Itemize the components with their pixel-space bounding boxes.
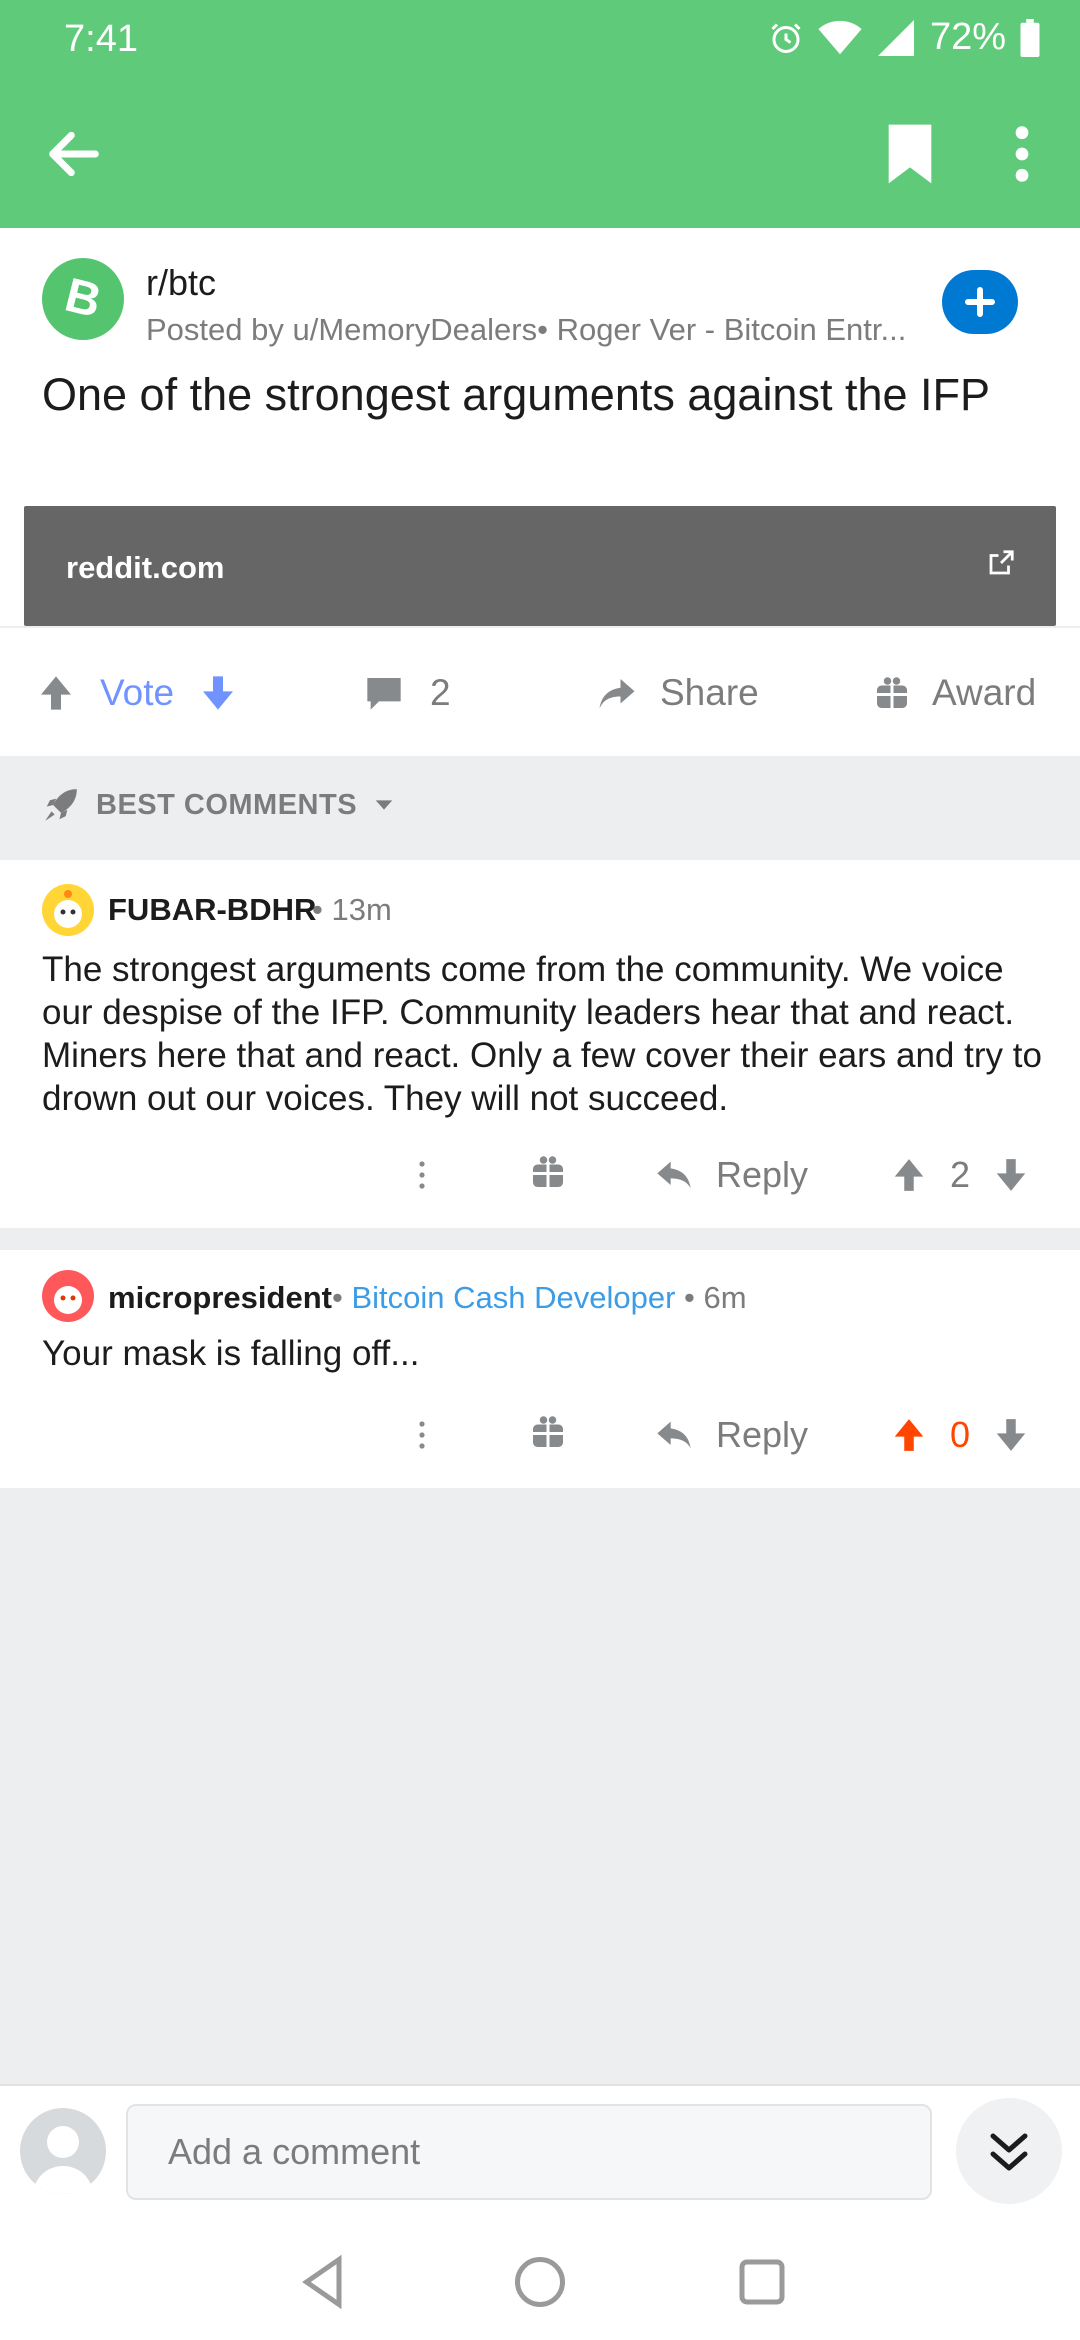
signal-icon: [877, 19, 914, 56]
user-flair: Bitcoin Cash Developer: [351, 1280, 676, 1315]
comment-sort-bar[interactable]: BEST COMMENTS: [0, 756, 1080, 860]
bookmark-icon[interactable]: [882, 122, 938, 186]
reply-button[interactable]: Reply: [654, 1140, 808, 1210]
upvote-icon[interactable]: [890, 1416, 928, 1454]
reply-icon: [657, 1421, 691, 1449]
avatar[interactable]: [42, 1270, 94, 1322]
avatar[interactable]: [42, 884, 94, 936]
gift-icon: [877, 677, 907, 708]
more-vert-icon[interactable]: [410, 1400, 434, 1470]
post-card: B r/btc Posted by u/MemoryDealers• Roger…: [0, 228, 1080, 756]
comment-actions: Reply 2: [0, 1140, 1080, 1210]
back-arrow-icon[interactable]: [42, 122, 106, 186]
comment-age-value: 13m: [331, 892, 392, 927]
share-label: Share: [660, 672, 759, 713]
posted-by[interactable]: Posted by u/MemoryDealers• Roger Ver - B…: [146, 312, 936, 348]
comment-author[interactable]: FUBAR-BDHR: [108, 892, 316, 928]
vote-group: Vote: [36, 628, 238, 758]
sort-label: BEST COMMENTS: [96, 788, 358, 821]
subreddit-bitcoin-icon[interactable]: B: [42, 258, 124, 340]
share-button[interactable]: Share: [596, 628, 759, 758]
nav-home-icon[interactable]: [510, 2252, 570, 2312]
comment-meta: • Bitcoin Cash Developer • 6m: [332, 1280, 747, 1315]
comment-score: 0: [950, 1414, 971, 1455]
alarm-icon: [771, 22, 801, 53]
system-nav-bar: [0, 2224, 1080, 2340]
comments-button[interactable]: 2: [364, 628, 451, 758]
more-vert-icon[interactable]: [410, 1140, 434, 1210]
award-label: Award: [932, 672, 1037, 713]
gift-icon[interactable]: [530, 1140, 566, 1210]
comment-age: • 13m: [312, 892, 392, 927]
reply-button[interactable]: Reply: [654, 1400, 808, 1470]
status-time: 7:41: [64, 18, 138, 60]
reply-label: Reply: [716, 1154, 809, 1195]
more-vert-icon[interactable]: [1002, 122, 1042, 186]
downvote-icon[interactable]: [992, 1416, 1030, 1454]
comment-body: The strongest arguments come from the co…: [42, 950, 1042, 1118]
downvote-icon[interactable]: [198, 673, 238, 713]
nav-back-icon[interactable]: [294, 2252, 354, 2312]
comment: micropresident • Bitcoin Cash Developer …: [0, 1250, 1080, 1488]
link-domain: reddit.com: [66, 550, 225, 585]
comment-age-value: 6m: [703, 1280, 747, 1315]
battery-icon: [1020, 18, 1040, 57]
comment-icon: [367, 678, 401, 710]
sort-selector[interactable]: BEST COMMENTS: [42, 786, 395, 824]
wifi-icon: [818, 20, 862, 54]
upvote-icon[interactable]: [890, 1156, 928, 1194]
comment: FUBAR-BDHR • 13m The strongest arguments…: [0, 860, 1080, 1228]
post-title[interactable]: One of the strongest arguments against t…: [42, 368, 1032, 422]
comment-vote: 0: [890, 1400, 1030, 1470]
gift-icon[interactable]: [530, 1400, 566, 1470]
comment-actions: Reply 0: [0, 1400, 1080, 1470]
collapse-threads-button[interactable]: [956, 2098, 1062, 2204]
add-comment-input[interactable]: Add a comment: [126, 2104, 932, 2200]
reply-icon: [657, 1161, 691, 1189]
comment-body: Your mask is falling off...: [42, 1334, 420, 1373]
upvote-icon[interactable]: [36, 673, 76, 713]
share-icon: [599, 679, 635, 709]
join-button[interactable]: [942, 270, 1018, 334]
status-bar: 7:41 72%: [0, 0, 1080, 80]
battery-percent: 72%: [929, 16, 1006, 58]
user-avatar-icon[interactable]: [20, 2108, 106, 2194]
comment-composer: Add a comment: [0, 2084, 1080, 2224]
external-link-icon: [989, 550, 1014, 575]
comment-score: 2: [950, 1154, 971, 1195]
caret-down-icon: [375, 800, 393, 810]
comment-count: 2: [430, 672, 451, 713]
link-preview[interactable]: reddit.com: [24, 506, 1056, 626]
nav-recents-icon[interactable]: [732, 2252, 792, 2312]
double-chevron-down-icon: [990, 2133, 1028, 2171]
comment-vote: 2: [890, 1140, 1030, 1210]
award-button[interactable]: Award: [874, 628, 1036, 758]
app-bar: [0, 80, 1080, 228]
subreddit-name[interactable]: r/btc: [146, 262, 216, 304]
rocket-icon: [45, 789, 77, 821]
post-actions: Vote 2 Share Award: [0, 626, 1080, 756]
vote-label: Vote: [100, 672, 175, 713]
reply-label: Reply: [716, 1414, 809, 1455]
downvote-icon[interactable]: [992, 1156, 1030, 1194]
status-icons: 72%: [768, 16, 1040, 59]
comment-author[interactable]: micropresident: [108, 1280, 332, 1316]
plus-icon: [965, 287, 995, 317]
svg-text:B: B: [60, 269, 106, 329]
